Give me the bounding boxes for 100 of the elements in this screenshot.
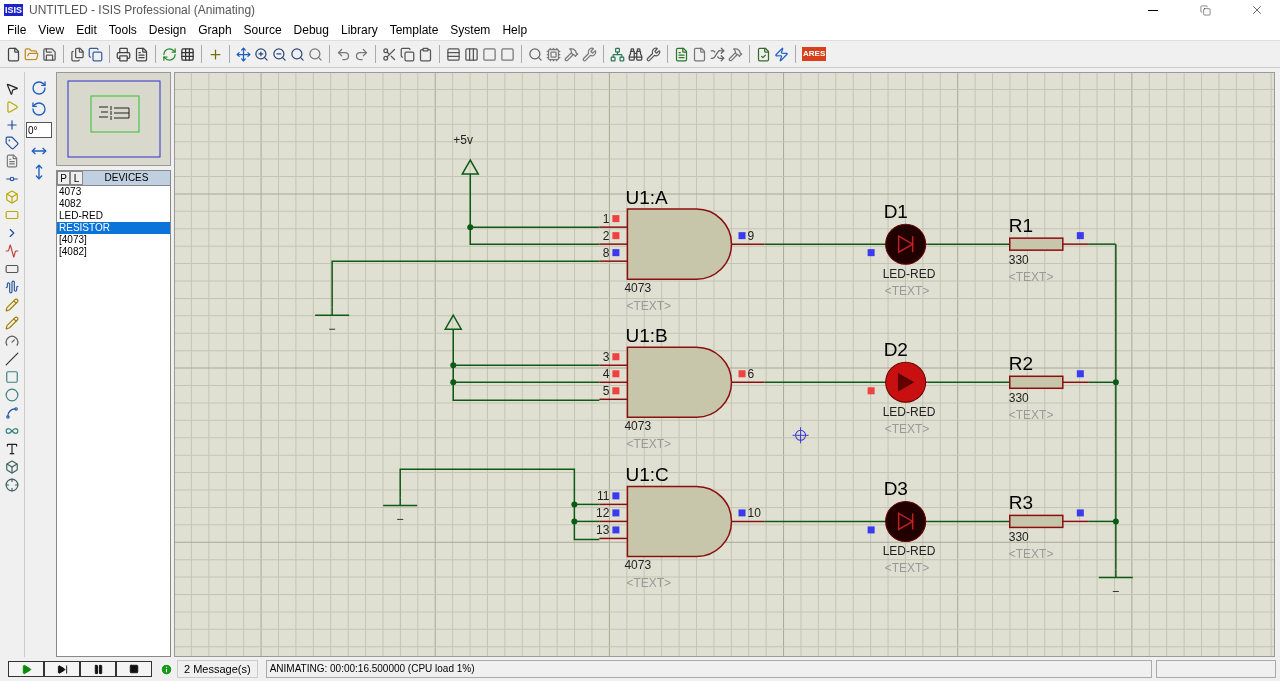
pin-number: 12 xyxy=(596,506,610,521)
search-icon[interactable] xyxy=(628,46,643,62)
rotate-clockwise-icon[interactable] xyxy=(31,80,47,96)
play-button[interactable] xyxy=(8,661,44,677)
app-logo: ISIS xyxy=(4,4,23,16)
device-item[interactable]: [4082] xyxy=(57,246,170,258)
pin-line xyxy=(598,537,629,540)
message-count[interactable]: 2 Message(s) xyxy=(177,660,258,678)
part-value: LED-RED xyxy=(882,544,936,559)
circle-icon[interactable] xyxy=(5,388,19,402)
pan-icon[interactable] xyxy=(236,46,251,62)
menu-item[interactable]: Library xyxy=(335,23,385,37)
ground-symbol xyxy=(314,306,350,330)
part-text: <TEXT> xyxy=(626,299,672,314)
library-tab[interactable]: L xyxy=(70,171,83,185)
pin-line xyxy=(598,364,629,366)
junction-dot xyxy=(450,379,457,386)
menu-item[interactable]: Template xyxy=(384,23,446,37)
netlist-icon[interactable] xyxy=(674,46,689,62)
rotation-field[interactable]: 0° xyxy=(26,122,52,138)
part-text: <TEXT> xyxy=(626,576,672,591)
menu-item[interactable]: Debug xyxy=(288,23,336,37)
pin-number: 9 xyxy=(747,229,755,244)
zoom-all-icon[interactable] xyxy=(290,46,305,62)
part-reference: R1 xyxy=(1008,215,1034,237)
part-reference: U1:B xyxy=(625,325,668,347)
status-text: ANIMATING: 00:00:16.500000 (CPU load 1%) xyxy=(265,660,1152,678)
paste-icon[interactable] xyxy=(418,46,433,62)
cut-icon[interactable] xyxy=(382,46,397,62)
list-header: DEVICES xyxy=(83,171,170,185)
script-icon[interactable] xyxy=(5,154,19,168)
part-text: <TEXT> xyxy=(626,437,672,452)
save-icon[interactable] xyxy=(42,46,57,62)
ground-symbol xyxy=(1098,568,1134,592)
menu-item[interactable]: Tools xyxy=(103,23,144,37)
close-icon xyxy=(1250,3,1264,17)
restore-icon xyxy=(1199,4,1211,16)
junction-dot xyxy=(571,518,578,525)
menu-item[interactable]: Graph xyxy=(193,23,239,37)
library-tab[interactable]: P xyxy=(57,171,70,185)
origin-icon[interactable] xyxy=(208,46,223,62)
device-item[interactable]: [4073] xyxy=(57,234,170,246)
pin-number: 2 xyxy=(602,229,610,244)
schematic-canvas[interactable]: +5v U1:A 1 2 8 9 4073 <TEXT> U1:B 3 4 5 6 4073 <TEXT> U1:C 11 12 13 10 4073 <TEXT> D1 LED-RED <TEXT> D2 LED-RED <TEXT> D3 LED-RED <TEXT> R1 330 <TEXT> R2 330 <TEXT> R3 330 <TEXT> xyxy=(174,72,1275,657)
menu-item[interactable]: Edit xyxy=(71,23,104,37)
new-file-icon[interactable] xyxy=(6,46,21,62)
grid-icon[interactable] xyxy=(180,46,195,62)
text-icon[interactable] xyxy=(5,442,19,456)
device-item[interactable]: 4073 xyxy=(57,186,170,198)
pin-line xyxy=(598,381,629,384)
ground-symbol xyxy=(382,496,418,520)
undo-icon[interactable] xyxy=(336,46,351,62)
ares-button[interactable]: ARES xyxy=(802,47,827,61)
zoom-out-icon[interactable] xyxy=(272,46,287,62)
resistor xyxy=(1009,375,1064,390)
menu-item[interactable]: View xyxy=(33,23,72,37)
refresh-icon[interactable] xyxy=(162,46,177,62)
device-item[interactable]: 4082 xyxy=(57,198,170,210)
step-button[interactable] xyxy=(44,661,80,677)
junction-icon[interactable] xyxy=(5,118,19,132)
menu-item[interactable]: Help xyxy=(497,23,535,37)
part-reference: D3 xyxy=(883,478,908,500)
part-text: <TEXT> xyxy=(1008,270,1054,285)
line-icon[interactable] xyxy=(5,352,19,366)
menu-item[interactable]: System xyxy=(445,23,498,37)
junction-dot xyxy=(1112,518,1119,525)
pin-number: 6 xyxy=(747,367,755,382)
document-icon[interactable] xyxy=(134,46,149,62)
printer-icon[interactable] xyxy=(116,46,131,62)
arc-icon[interactable] xyxy=(5,406,19,420)
stop-icon xyxy=(129,664,139,674)
rotate-anticlockwise-icon[interactable] xyxy=(31,101,47,117)
menu-item[interactable]: File xyxy=(2,23,34,37)
part-value: LED-RED xyxy=(882,267,936,282)
device-item[interactable]: RESISTOR xyxy=(57,222,170,234)
pages-icon[interactable] xyxy=(70,46,85,62)
copy-icon[interactable] xyxy=(88,46,103,62)
part-value: 330 xyxy=(1008,253,1029,268)
pause-button[interactable] xyxy=(80,661,116,677)
part-value: 4073 xyxy=(624,281,652,296)
part-reference: R2 xyxy=(1008,353,1034,375)
part-value: 330 xyxy=(1008,530,1029,545)
copy-icon[interactable] xyxy=(400,46,415,62)
pointer-icon[interactable] xyxy=(5,82,19,96)
device-item[interactable]: LED-RED xyxy=(57,210,170,222)
redo-icon[interactable] xyxy=(354,46,369,62)
power-label: +5v xyxy=(453,133,473,148)
pause-icon xyxy=(92,663,104,675)
stop-button[interactable] xyxy=(116,661,152,677)
label-icon[interactable] xyxy=(5,136,19,150)
menu-item[interactable]: Design xyxy=(143,23,194,37)
zoom-in-icon[interactable] xyxy=(254,46,269,62)
graph-icon[interactable] xyxy=(5,244,19,258)
part-text: <TEXT> xyxy=(884,422,930,437)
step-icon xyxy=(56,663,68,675)
menu-item[interactable]: Source xyxy=(238,23,289,37)
pin-line xyxy=(598,243,629,245)
part-reference: U1:A xyxy=(625,187,668,209)
crosshair-cursor xyxy=(792,426,810,444)
power-terminal xyxy=(460,158,480,175)
